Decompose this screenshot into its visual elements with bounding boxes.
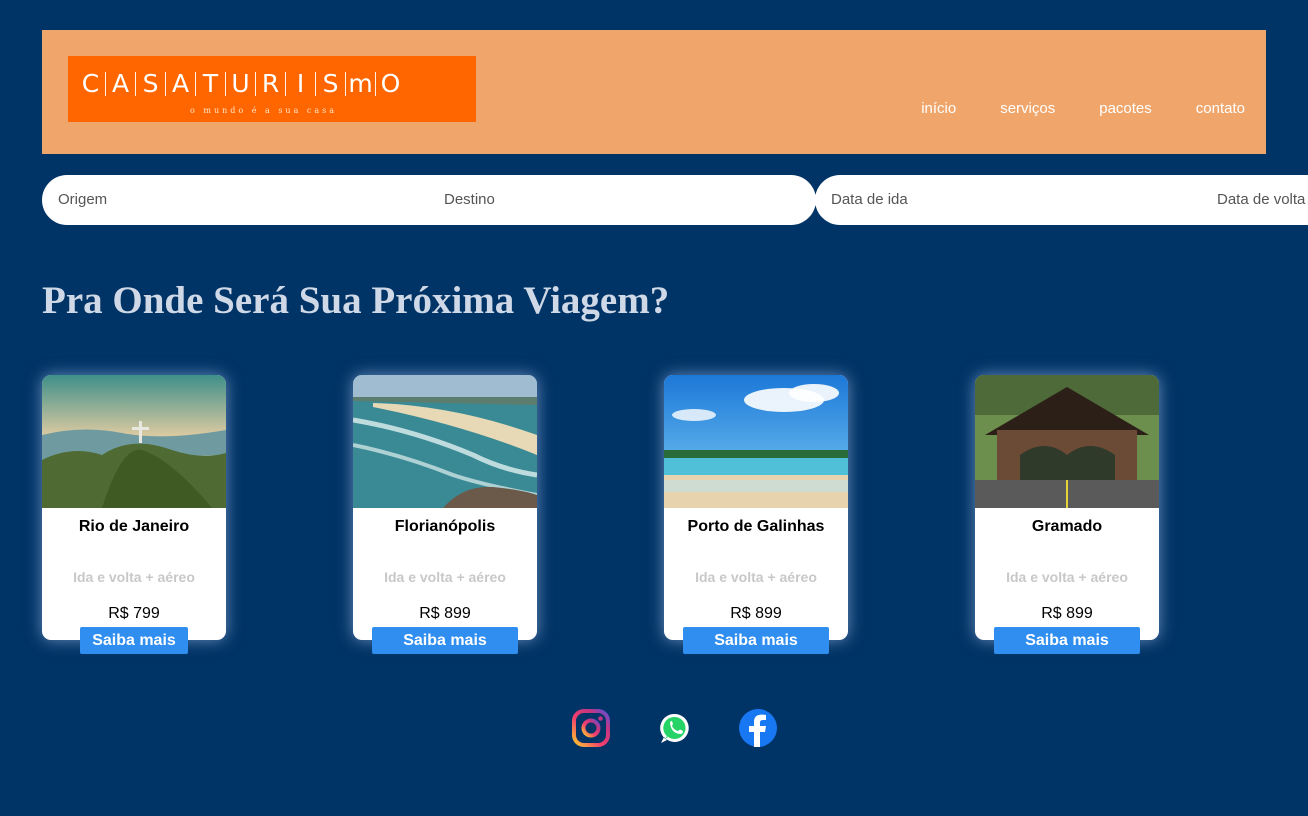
card-title: Porto de Galinhas bbox=[687, 518, 825, 535]
card-title: Florianópolis bbox=[394, 518, 496, 535]
search-bar-route: Origem Destino bbox=[42, 175, 816, 225]
departure-date-field[interactable]: Data de ida bbox=[831, 175, 908, 225]
destination-field[interactable]: Destino bbox=[444, 175, 495, 225]
gramado-portal-image bbox=[975, 375, 1159, 508]
logo-letter: R bbox=[261, 69, 280, 98]
card-title: Gramado bbox=[1031, 518, 1103, 535]
logo-wordmark: C A S A T U R I S m O bbox=[68, 68, 476, 100]
logo-letter: A bbox=[111, 69, 130, 98]
card-price: R$ 899 bbox=[419, 605, 471, 622]
page-title: Pra Onde Será Sua Próxima Viagem? bbox=[42, 279, 670, 322]
saiba-mais-button[interactable]: Saiba mais bbox=[994, 627, 1140, 654]
logo-letter: U bbox=[231, 69, 250, 98]
card-subtitle: Ida e volta + aéreo bbox=[73, 569, 195, 585]
destination-card: Porto de Galinhas Ida e volta + aéreo R$… bbox=[664, 375, 848, 654]
logo-divider bbox=[285, 72, 286, 96]
brand-logo[interactable]: C A S A T U R I S m O o mundo é a sua ca… bbox=[68, 56, 476, 122]
logo-letter: O bbox=[380, 69, 401, 98]
logo-divider bbox=[105, 72, 106, 96]
card-price: R$ 899 bbox=[730, 605, 782, 622]
logo-letter: m bbox=[348, 69, 373, 98]
logo-letter: C bbox=[81, 69, 100, 98]
logo-letter: I bbox=[296, 69, 305, 98]
card-price: R$ 899 bbox=[1041, 605, 1093, 622]
logo-divider bbox=[345, 72, 346, 96]
main-nav: início serviços pacotes contato bbox=[877, 100, 1245, 117]
saiba-mais-button[interactable]: Saiba mais bbox=[372, 627, 518, 654]
card-subtitle: Ida e volta + aéreo bbox=[695, 569, 817, 585]
destination-card: Rio de Janeiro Ida e volta + aéreo R$ 79… bbox=[42, 375, 226, 654]
origin-field[interactable]: Origem bbox=[58, 175, 107, 225]
logo-divider bbox=[375, 72, 376, 96]
logo-divider bbox=[165, 72, 166, 96]
saiba-mais-button[interactable]: Saiba mais bbox=[80, 627, 188, 654]
nav-inicio[interactable]: início bbox=[921, 100, 956, 117]
card-price: R$ 799 bbox=[108, 605, 160, 622]
saiba-mais-button[interactable]: Saiba mais bbox=[683, 627, 829, 654]
logo-divider bbox=[225, 72, 226, 96]
instagram-icon[interactable] bbox=[571, 708, 611, 748]
logo-letter: A bbox=[171, 69, 190, 98]
nav-pacotes[interactable]: pacotes bbox=[1099, 100, 1152, 117]
card-title: Rio de Janeiro bbox=[78, 518, 190, 535]
card-subtitle: Ida e volta + aéreo bbox=[384, 569, 506, 585]
logo-divider bbox=[315, 72, 316, 96]
porto-galinhas-beach-image bbox=[664, 375, 848, 508]
nav-contato[interactable]: contato bbox=[1196, 100, 1245, 117]
destination-card: Gramado Ida e volta + aéreo R$ 899 Saiba… bbox=[975, 375, 1159, 654]
logo-divider bbox=[135, 72, 136, 96]
whatsapp-icon[interactable] bbox=[655, 708, 695, 748]
return-date-field[interactable]: Data de volta bbox=[1217, 175, 1305, 225]
nav-servicos[interactable]: serviços bbox=[1000, 100, 1055, 117]
logo-divider bbox=[255, 72, 256, 96]
site-header: C A S A T U R I S m O o mundo é a sua ca… bbox=[42, 30, 1266, 154]
logo-divider bbox=[195, 72, 196, 96]
facebook-icon[interactable] bbox=[738, 708, 778, 748]
logo-letter: T bbox=[202, 69, 219, 98]
logo-tagline: o mundo é a sua casa bbox=[190, 106, 338, 115]
destination-card: Florianópolis Ida e volta + aéreo R$ 899… bbox=[353, 375, 537, 654]
logo-letter: S bbox=[142, 69, 159, 98]
logo-letter: S bbox=[322, 69, 339, 98]
card-subtitle: Ida e volta + aéreo bbox=[1006, 569, 1128, 585]
search-bar-dates: Data de ida Data de volta bbox=[815, 175, 1308, 225]
florianopolis-beach-image bbox=[353, 375, 537, 508]
rio-christ-redeemer-image bbox=[42, 375, 226, 508]
